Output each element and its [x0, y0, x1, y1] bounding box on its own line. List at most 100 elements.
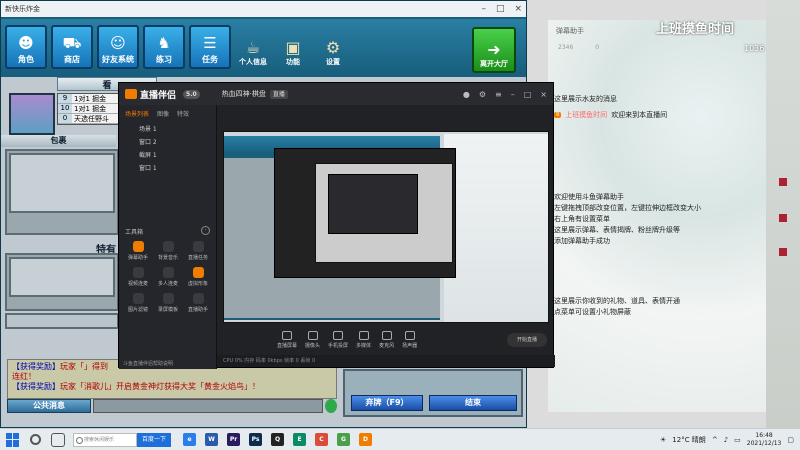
toolbox-more-icon[interactable]: ·: [201, 226, 210, 235]
taskbar-app-icon[interactable]: Pr: [227, 433, 240, 446]
profile-button[interactable]: ☕ 个人信息: [235, 25, 271, 69]
weather-text[interactable]: 12°C 晴朗: [672, 435, 706, 445]
taskbar-app-icon[interactable]: Q: [271, 433, 284, 446]
version-badge: 5.0: [183, 89, 200, 99]
scene-item[interactable]: 窗口 2: [119, 135, 216, 148]
info-bar: [5, 313, 119, 329]
taskbar-app-icon[interactable]: G: [337, 433, 350, 446]
toolbox-grid: 弹幕助手 背景音乐 直播任务 视频连麦 多人连麦 虚拟形象 图片滤镜 录屏模板 …: [123, 241, 213, 313]
close-icon[interactable]: ×: [514, 4, 522, 14]
close-icon[interactable]: ×: [540, 90, 547, 99]
tab-effects[interactable]: 特效: [177, 109, 189, 118]
settings-button[interactable]: ⚙ 设置: [315, 25, 351, 69]
package-slot[interactable]: [9, 153, 115, 213]
leave-hall-button[interactable]: ➜ 离开大厅: [472, 27, 516, 73]
practice-icon: ♞: [157, 34, 171, 52]
desktop-file-icon[interactable]: [770, 248, 796, 257]
room-title: 热血四神·棋盘 直播: [222, 89, 288, 99]
avatar[interactable]: [9, 93, 55, 135]
send-icon[interactable]: [325, 399, 337, 413]
stream-status-bar: CPU 0% 内存 码率 0kbps 帧率 0 丢帧 0: [217, 355, 555, 367]
role-button[interactable]: ☻ 角色: [5, 25, 47, 69]
taskbar-app-icon[interactable]: D: [359, 433, 372, 446]
practice-button[interactable]: ♞ 练习: [143, 25, 185, 69]
tab-images[interactable]: 图像: [157, 109, 169, 118]
game-titlebar[interactable]: 新快乐炸金 – □ ×: [1, 1, 526, 17]
stream-app-window: 直播伴侣 5.0 热血四神·棋盘 直播 ● ⚙ ≡ – □ × 场景列表 图像 特…: [118, 82, 555, 369]
tool-helper[interactable]: 直播助手: [183, 293, 213, 313]
user-icon: ☻: [18, 34, 34, 52]
scene-item[interactable]: 窗口 1: [119, 161, 216, 174]
chat-input[interactable]: [93, 399, 323, 413]
taskbar-app-icon[interactable]: e: [183, 433, 196, 446]
scene-item[interactable]: 场景 1: [119, 122, 216, 135]
tool-multi-link[interactable]: 多人连麦: [153, 267, 183, 287]
tab-scenes[interactable]: 场景列表: [125, 109, 149, 118]
taskbar-app-icon[interactable]: E: [293, 433, 306, 446]
maximize-icon[interactable]: □: [524, 90, 532, 99]
taskbar: 搜索休闲娱乐 百度一下 e W Pr Ps Q E C G D ☀ 12°C 晴…: [0, 428, 800, 450]
clock[interactable]: 16:48 2021/12/13: [747, 432, 782, 448]
taskbar-app-icon[interactable]: Ps: [249, 433, 262, 446]
control-phone[interactable]: 手机投屏: [328, 331, 348, 349]
task-view-icon[interactable]: [51, 432, 65, 447]
fold-button[interactable]: 弃牌（F9）: [351, 395, 423, 411]
tool-video-link[interactable]: 视频连麦: [123, 267, 153, 287]
table-row[interactable]: 0 天选任野斗: [58, 114, 120, 124]
settings-icon[interactable]: ⚙: [479, 90, 486, 99]
tool-filter[interactable]: 图片滤镜: [123, 293, 153, 313]
tool-avatar[interactable]: 虚拟形象: [183, 267, 213, 287]
tool-danmaku[interactable]: 弹幕助手: [123, 241, 153, 261]
tool-task[interactable]: 直播任务: [183, 241, 213, 261]
taskbar-app-icon[interactable]: W: [205, 433, 218, 446]
desktop-icons: [766, 0, 800, 428]
task-button[interactable]: ☰ 任务: [189, 25, 231, 69]
assistant-title: 弹幕助手: [556, 27, 584, 35]
control-media[interactable]: 多媒体: [356, 331, 371, 349]
danmaku-assistant[interactable]: 弹幕助手 2346 0 这里展示水友的消息 9 上班摸鱼时间 欢迎来到本直播间 …: [548, 20, 766, 412]
maximize-icon[interactable]: □: [496, 4, 505, 14]
weather-icon[interactable]: ☀: [660, 436, 666, 444]
desktop-file-icon[interactable]: [770, 214, 796, 223]
chat-line: 【获得奖励】玩家「消歌儿」开启黄金神灯获得大奖「黄金火焰鸟」！: [12, 382, 260, 391]
minimize-icon[interactable]: –: [481, 4, 486, 14]
control-mic[interactable]: 麦克风: [379, 331, 394, 349]
mic-icon: [381, 331, 392, 340]
desktop-file-icon[interactable]: [770, 178, 796, 187]
control-speaker[interactable]: 扬声器: [402, 331, 417, 349]
avatar-icon: [192, 267, 204, 278]
speaker-icon[interactable]: ♪: [724, 436, 728, 444]
game-title: 新快乐炸金: [5, 5, 40, 13]
table-row[interactable]: 9 1对1 掘金: [58, 94, 120, 104]
avatar[interactable]: ●: [463, 90, 470, 99]
cortana-icon[interactable]: [30, 434, 41, 445]
tool-record[interactable]: 录屏模板: [153, 293, 183, 313]
menu-icon[interactable]: ≡: [495, 90, 502, 99]
coffee-icon: ☕: [245, 38, 261, 57]
help-link[interactable]: 斗鱼直播伴侣帮助说明: [123, 360, 173, 367]
taskbar-app-icon[interactable]: C: [315, 433, 328, 446]
search-button[interactable]: 百度一下: [137, 432, 171, 447]
logo-icon: [125, 89, 137, 99]
tool-music[interactable]: 背景音乐: [153, 241, 183, 261]
feature-button[interactable]: ▣ 功能: [275, 25, 311, 69]
control-screen[interactable]: 直播屏幕: [277, 331, 297, 349]
screen-icon: [282, 331, 292, 340]
table-row[interactable]: 10 1对1 掘金: [58, 104, 120, 114]
stream-header[interactable]: 直播伴侣 5.0 热血四神·棋盘 直播 ● ⚙ ≡ – □ ×: [119, 83, 553, 105]
stream-preview[interactable]: [223, 131, 549, 323]
minimize-icon[interactable]: –: [511, 90, 515, 99]
chevron-up-icon[interactable]: ^: [712, 436, 718, 444]
end-button[interactable]: 结束: [429, 395, 517, 411]
network-icon[interactable]: ▭: [734, 436, 741, 444]
user-name[interactable]: 上班摸鱼时间: [565, 110, 607, 120]
friends-button[interactable]: ☺ 好友系统: [97, 25, 139, 69]
public-message-label[interactable]: 公共消息: [7, 399, 91, 413]
notification-icon[interactable]: ▢: [787, 436, 794, 444]
windows-start-icon[interactable]: [6, 432, 20, 447]
scene-item[interactable]: 截屏 1: [119, 148, 216, 161]
search-input[interactable]: 搜索休闲娱乐: [73, 432, 137, 447]
control-camera[interactable]: 摄像头: [305, 331, 320, 349]
shop-button[interactable]: ⛟ 商店: [51, 25, 93, 69]
start-stream-button[interactable]: 开始直播: [507, 333, 547, 347]
